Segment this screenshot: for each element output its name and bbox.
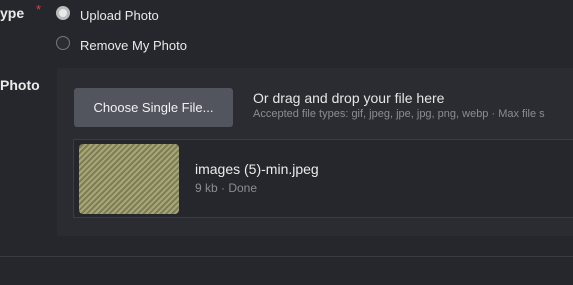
file-name: images (5)-min.jpeg xyxy=(195,161,319,177)
type-field-label: ype xyxy=(0,5,25,21)
accepted-file-types: Accepted file types: gif, jpeg, jpe, jpg… xyxy=(253,108,545,120)
remove-photo-label[interactable]: Remove My Photo xyxy=(80,38,187,53)
section-divider xyxy=(0,256,573,257)
photo-field-label: Photo xyxy=(0,77,40,93)
file-thumbnail xyxy=(79,144,179,214)
file-meta: 9 kb · Done xyxy=(195,181,258,195)
choose-file-button[interactable]: Choose Single File... xyxy=(74,88,233,127)
remove-photo-radio[interactable] xyxy=(56,36,70,50)
upload-photo-label[interactable]: Upload Photo xyxy=(80,8,159,23)
drag-drop-text: Or drag and drop your file here xyxy=(253,90,445,106)
upload-photo-radio[interactable] xyxy=(56,6,70,20)
required-indicator: * xyxy=(36,2,42,17)
